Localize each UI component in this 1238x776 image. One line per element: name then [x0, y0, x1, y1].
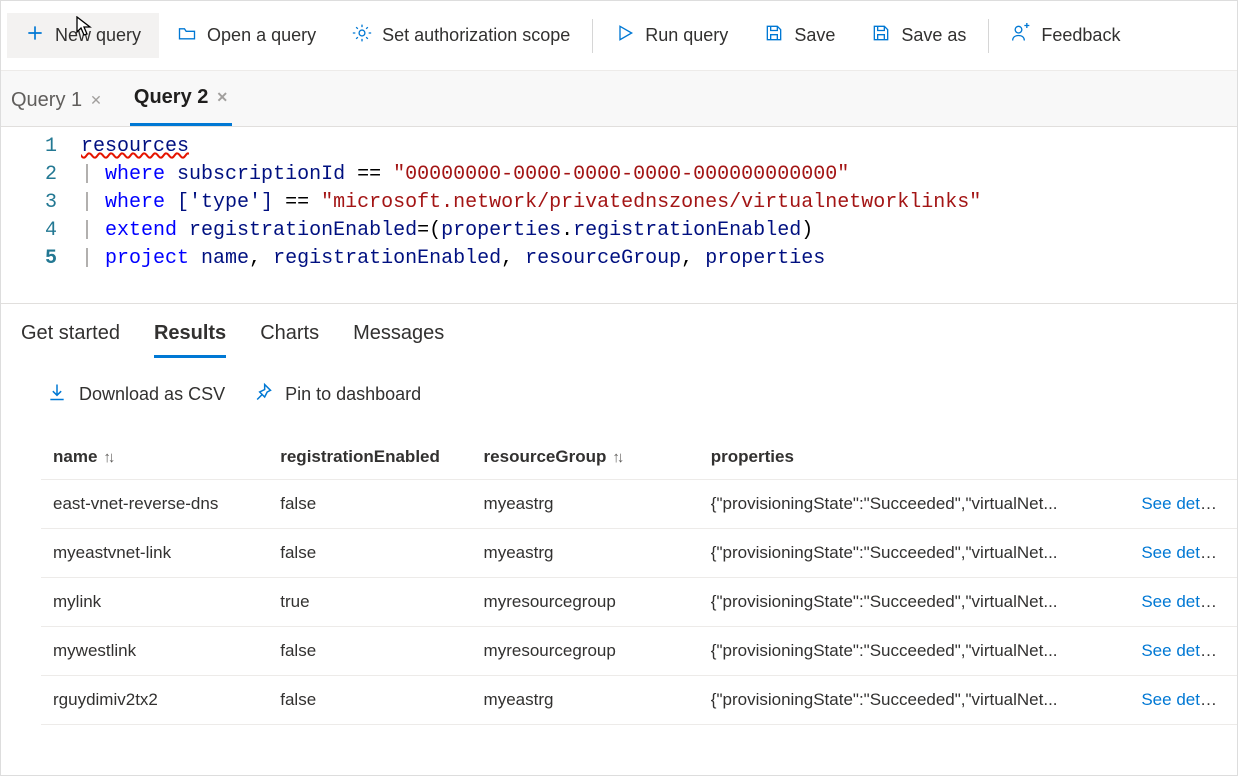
cell-name: east-vnet-reverse-dns — [41, 480, 268, 529]
download-csv-button[interactable]: Download as CSV — [47, 382, 225, 407]
results-table: name↑↓ registrationEnabled resourceGroup… — [41, 433, 1237, 725]
save-as-button[interactable]: Save as — [853, 13, 984, 58]
tab-get-started[interactable]: Get started — [21, 322, 120, 358]
save-button[interactable]: Save — [746, 13, 853, 58]
cell-reg: false — [268, 676, 471, 725]
col-header-rg[interactable]: resourceGroup↑↓ — [472, 433, 699, 480]
see-details-link[interactable]: See details — [1141, 690, 1225, 709]
table-row[interactable]: myeastvnet-linkfalsemyeastrg{"provisioni… — [41, 529, 1237, 578]
table-row[interactable]: mylinktruemyresourcegroup{"provisioningS… — [41, 578, 1237, 627]
cell-prop: {"provisioningState":"Succeeded","virtua… — [699, 676, 1130, 725]
run-query-button[interactable]: Run query — [597, 13, 746, 58]
tab-messages[interactable]: Messages — [353, 322, 444, 358]
cell-prop: {"provisioningState":"Succeeded","virtua… — [699, 529, 1130, 578]
close-icon[interactable]: ✕ — [216, 89, 228, 106]
pin-dashboard-button[interactable]: Pin to dashboard — [253, 382, 421, 407]
plus-icon — [25, 23, 45, 48]
tab-query2[interactable]: Query 2✕ — [130, 72, 232, 126]
cell-rg: myresourcegroup — [472, 578, 699, 627]
open-query-button[interactable]: Open a query — [159, 13, 334, 58]
sort-icon: ↑↓ — [103, 449, 112, 466]
col-header-reg[interactable]: registrationEnabled — [268, 433, 471, 480]
tab-results[interactable]: Results — [154, 322, 226, 358]
table-row[interactable]: rguydimiv2tx2falsemyeastrg{"provisioning… — [41, 676, 1237, 725]
cell-rg: myresourcegroup — [472, 627, 699, 676]
cell-name: mylink — [41, 578, 268, 627]
see-details-link[interactable]: See details — [1141, 592, 1225, 611]
folder-icon — [177, 23, 197, 48]
cell-name: mywestlink — [41, 627, 268, 676]
cell-reg: false — [268, 529, 471, 578]
cell-reg: false — [268, 480, 471, 529]
code-editor[interactable]: 1resources 2| where subscriptionId == "0… — [1, 127, 1237, 304]
cell-reg: false — [268, 627, 471, 676]
feedback-button[interactable]: Feedback — [993, 13, 1138, 58]
divider — [592, 19, 593, 53]
close-icon[interactable]: ✕ — [90, 92, 102, 109]
cell-prop: {"provisioningState":"Succeeded","virtua… — [699, 578, 1130, 627]
tab-query1[interactable]: Query 1✕ — [7, 75, 106, 126]
new-query-button[interactable]: New query — [7, 13, 159, 58]
cell-prop: {"provisioningState":"Succeeded","virtua… — [699, 627, 1130, 676]
query-tabs: Query 1✕ Query 2✕ — [1, 71, 1237, 127]
tab-charts[interactable]: Charts — [260, 322, 319, 358]
cell-name: rguydimiv2tx2 — [41, 676, 268, 725]
result-actions: Download as CSV Pin to dashboard — [1, 358, 1237, 425]
cell-rg: myeastrg — [472, 529, 699, 578]
see-details-link[interactable]: See details — [1141, 494, 1225, 513]
see-details-link[interactable]: See details — [1141, 641, 1225, 660]
result-tabs: Get started Results Charts Messages — [1, 304, 1237, 358]
save-as-icon — [871, 23, 891, 48]
see-details-link[interactable]: See details — [1141, 543, 1225, 562]
feedback-icon — [1011, 23, 1031, 48]
sort-icon: ↑↓ — [612, 449, 621, 466]
cell-prop: {"provisioningState":"Succeeded","virtua… — [699, 480, 1130, 529]
cell-reg: true — [268, 578, 471, 627]
cell-rg: myeastrg — [472, 480, 699, 529]
divider — [988, 19, 989, 53]
toolbar: New query Open a query Set authorization… — [1, 1, 1237, 71]
set-scope-button[interactable]: Set authorization scope — [334, 13, 588, 58]
pin-icon — [253, 382, 273, 407]
col-header-name[interactable]: name↑↓ — [41, 433, 268, 480]
gear-icon — [352, 23, 372, 48]
cell-name: myeastvnet-link — [41, 529, 268, 578]
save-icon — [764, 23, 784, 48]
col-header-prop[interactable]: properties — [699, 433, 1130, 480]
table-row[interactable]: mywestlinkfalsemyresourcegroup{"provisio… — [41, 627, 1237, 676]
cell-rg: myeastrg — [472, 676, 699, 725]
table-row[interactable]: east-vnet-reverse-dnsfalsemyeastrg{"prov… — [41, 480, 1237, 529]
download-icon — [47, 382, 67, 407]
play-icon — [615, 23, 635, 48]
